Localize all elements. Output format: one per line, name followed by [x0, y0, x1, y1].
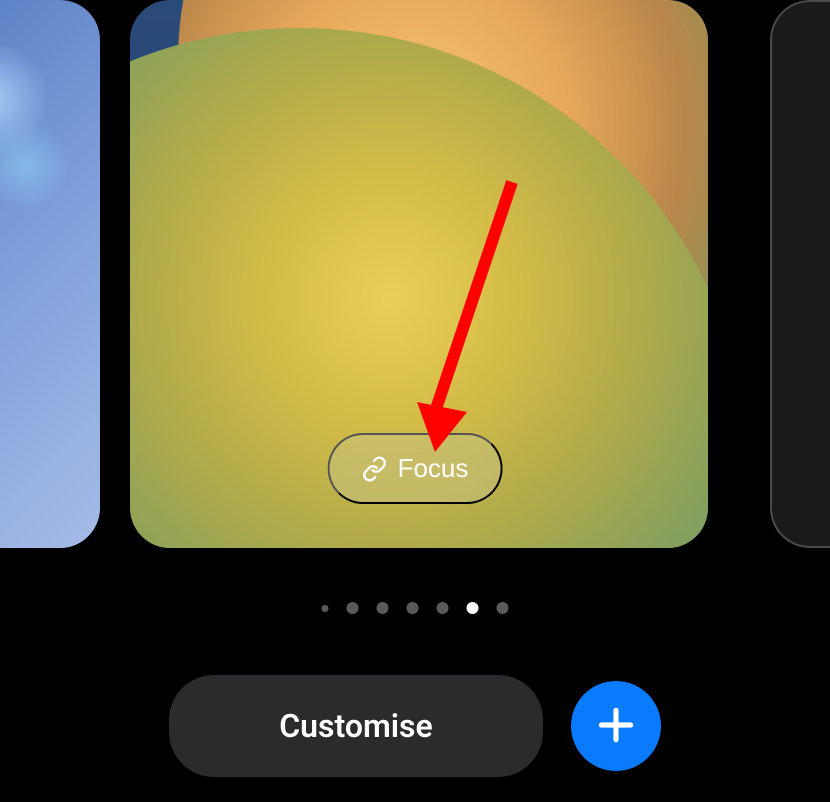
customise-button[interactable]: Customise — [169, 675, 542, 777]
wallpaper-preview-previous[interactable] — [0, 0, 100, 548]
add-wallpaper-button[interactable] — [571, 681, 661, 771]
page-dot[interactable] — [437, 602, 449, 614]
focus-link-button[interactable]: Focus — [328, 433, 503, 504]
page-dot-active[interactable] — [467, 602, 479, 614]
page-dot[interactable] — [377, 602, 389, 614]
page-dot[interactable] — [497, 602, 509, 614]
bottom-toolbar: Customise — [0, 675, 830, 777]
plus-icon — [594, 703, 638, 750]
focus-label: Focus — [398, 453, 469, 484]
page-dot[interactable] — [407, 602, 419, 614]
page-dot[interactable] — [347, 602, 359, 614]
page-dot[interactable] — [322, 605, 329, 612]
customise-label: Customise — [279, 707, 432, 745]
wallpaper-preview-next[interactable] — [770, 0, 830, 548]
link-icon — [362, 456, 388, 482]
wallpaper-carousel[interactable]: Focus — [0, 0, 830, 560]
pagination-dots — [322, 602, 509, 614]
